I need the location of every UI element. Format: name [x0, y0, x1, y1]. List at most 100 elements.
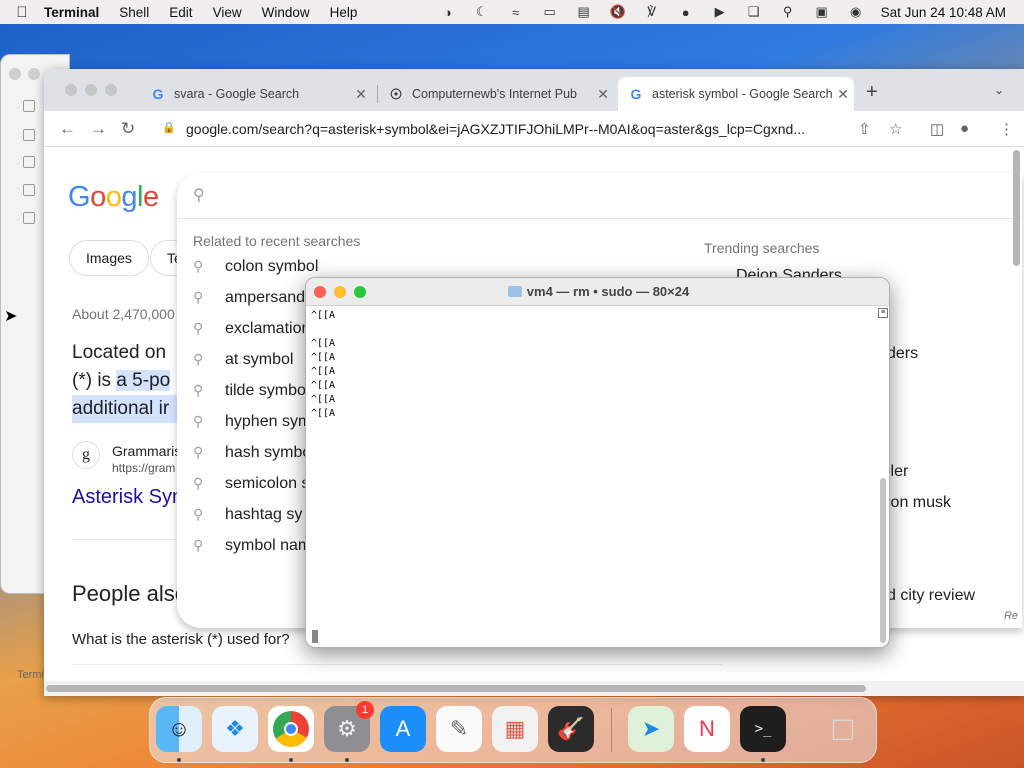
- vertical-scrollbar[interactable]: [1009, 147, 1024, 681]
- bookmark-star-icon[interactable]: ☆: [889, 120, 902, 138]
- clock-icon[interactable]: [23, 129, 35, 141]
- terminal-icon[interactable]: >_: [740, 706, 786, 752]
- siri-icon[interactable]: ◉: [839, 4, 873, 20]
- menu-edit[interactable]: Edit: [169, 5, 192, 20]
- garageband-icon[interactable]: 🎸: [548, 706, 594, 752]
- chrome-icon[interactable]: [268, 706, 314, 752]
- reload-icon[interactable]: ↻: [121, 119, 135, 139]
- window-icon[interactable]: ▭: [533, 4, 567, 20]
- scroll-thumb[interactable]: [46, 685, 866, 692]
- close-tab-icon[interactable]: ✕: [592, 86, 614, 103]
- trending-item[interactable]: ller: [887, 463, 908, 481]
- search-icon: ⚲: [193, 258, 204, 274]
- screens-icon[interactable]: ❏: [737, 4, 771, 20]
- suggestion-item[interactable]: ⚲ tilde symbo: [193, 375, 306, 406]
- terminal-output[interactable]: ^[[A ^[[A ^[[A ^[[A ^[[A ^[[A ^[[A: [311, 309, 335, 421]
- related-heading: Related to recent searches: [193, 233, 361, 249]
- url-text[interactable]: google.com/search?q=asterisk+symbol&ei=j…: [186, 121, 805, 137]
- user-icon[interactable]: ●: [669, 5, 703, 20]
- suggestion-item[interactable]: ⚲ hyphen sym: [193, 406, 311, 437]
- spotlight-search-icon[interactable]: ⚲: [771, 4, 805, 20]
- results-count: About 2,470,000: [72, 306, 175, 322]
- chip-images[interactable]: Images: [69, 240, 149, 276]
- suggestion-item[interactable]: ⚲ semicolon s: [193, 468, 309, 499]
- safari-icon[interactable]: ❖: [212, 706, 258, 752]
- terminal-scrollbar[interactable]: [880, 478, 886, 643]
- suggestion-item[interactable]: ⚲ symbol nam: [193, 530, 311, 561]
- suggestion-item[interactable]: ⚲ exclamation: [193, 313, 310, 344]
- tab-svara[interactable]: G svara - Google Search ✕: [140, 77, 372, 111]
- lock-icon[interactable]: 🔒: [162, 121, 176, 134]
- side-panel-icon[interactable]: ◫: [930, 120, 944, 138]
- suggestion-text: hashtag sy: [225, 505, 303, 523]
- news-icon[interactable]: N: [684, 706, 730, 752]
- folder-icon: [507, 286, 522, 297]
- suggestion-item[interactable]: ⚲ colon symbol: [193, 251, 318, 282]
- search-input[interactable]: ⚲: [177, 173, 1022, 219]
- trending-item[interactable]: d city review: [887, 587, 975, 605]
- suggestion-item[interactable]: ⚲ ampersand: [193, 282, 305, 313]
- folder-icon[interactable]: [23, 212, 35, 224]
- control-center-icon[interactable]: ▣: [805, 4, 839, 20]
- address-bar[interactable]: 🔒 google.com/search?q=asterisk+symbol&ei…: [154, 115, 914, 143]
- mute-icon[interactable]: 🔇: [601, 4, 635, 20]
- search-icon: ⚲: [193, 351, 204, 367]
- new-tab-icon[interactable]: +: [866, 81, 878, 104]
- share-icon[interactable]: ⇧: [858, 120, 871, 138]
- star-icon[interactable]: [23, 184, 35, 196]
- launchpad-icon[interactable]: ▦: [492, 706, 538, 752]
- menu-window[interactable]: Window: [262, 5, 310, 20]
- chrome-zoom-button[interactable]: [105, 84, 117, 96]
- tab-computernewb[interactable]: ☉ Computernewb's Internet Pub ✕: [378, 77, 614, 111]
- trending-item[interactable]: lon musk: [887, 494, 951, 512]
- back-arrow-icon[interactable]: ←: [59, 119, 76, 139]
- tab-asterisk-symbol[interactable]: G asterisk symbol - Google Search ✕: [618, 77, 854, 111]
- app-store-icon[interactable]: A: [380, 706, 426, 752]
- trash-icon[interactable]: □: [820, 706, 866, 752]
- back-minimize-button[interactable]: [28, 68, 40, 80]
- moon-icon[interactable]: ☾: [465, 4, 499, 20]
- menu-clock[interactable]: Sat Jun 24 10:48 AM: [881, 5, 1006, 20]
- paa-question[interactable]: What is the asterisk (*) used for?: [72, 631, 290, 648]
- forward-arrow-icon[interactable]: →: [90, 119, 107, 139]
- maps-icon[interactable]: ➤: [628, 706, 674, 752]
- result-title-link[interactable]: Asterisk Syn: [72, 486, 183, 509]
- wave-icon[interactable]: ≈: [499, 5, 533, 20]
- google-logo[interactable]: Google: [68, 181, 159, 214]
- display-icon[interactable]: ▤: [567, 4, 601, 20]
- menu-shell[interactable]: Shell: [119, 5, 149, 20]
- apple-icon[interactable]: : [0, 4, 44, 21]
- terminal-window[interactable]: vm4 — rm • sudo — 80×24 ^[[A ^[[A ^[[A ^…: [305, 277, 890, 648]
- horizontal-scrollbar[interactable]: [44, 681, 1024, 696]
- close-tab-icon[interactable]: ✕: [832, 86, 854, 103]
- finder-icon[interactable]: ☺: [156, 706, 202, 752]
- chrome-minimize-button[interactable]: [85, 84, 97, 96]
- close-tab-icon[interactable]: ✕: [350, 86, 372, 103]
- source-url[interactable]: https://gram: [112, 461, 175, 475]
- menu-view[interactable]: View: [213, 5, 242, 20]
- suggestion-item[interactable]: ⚲ at symbol: [193, 344, 293, 375]
- play-icon[interactable]: ▶: [703, 4, 737, 20]
- trending-item[interactable]: ders: [887, 345, 918, 363]
- source-name[interactable]: Grammaris: [112, 443, 181, 459]
- menu-app-name[interactable]: Terminal: [44, 5, 99, 20]
- textedit-icon[interactable]: ✎: [436, 706, 482, 752]
- chrome-toolbar: ← → ↻ 🔒 google.com/search?q=asterisk+sym…: [44, 111, 1024, 147]
- search-icon: ⚲: [193, 506, 204, 522]
- search-icon: ⚲: [193, 537, 204, 553]
- back-close-button[interactable]: [9, 68, 21, 80]
- document-icon[interactable]: [23, 100, 35, 112]
- airplay-status-icon[interactable]: ◑: [431, 5, 465, 20]
- tab-search-chevron-icon[interactable]: ⌄: [994, 83, 1004, 97]
- more-menu-icon[interactable]: ⋮: [999, 120, 1014, 138]
- wifi-icon[interactable]: ℣: [635, 4, 669, 20]
- profile-icon[interactable]: ●: [960, 120, 969, 137]
- file-icon[interactable]: [23, 156, 35, 168]
- scroll-thumb[interactable]: [1013, 150, 1020, 266]
- suggestion-item[interactable]: ⚲ hashtag sy: [193, 499, 302, 530]
- suggestion-item[interactable]: ⚲ hash symbo: [193, 437, 311, 468]
- chrome-close-button[interactable]: [65, 84, 77, 96]
- terminal-title-bar[interactable]: vm4 — rm • sudo — 80×24: [306, 278, 889, 306]
- scroll-marker-icon[interactable]: ≡: [878, 308, 888, 318]
- menu-help[interactable]: Help: [330, 5, 358, 20]
